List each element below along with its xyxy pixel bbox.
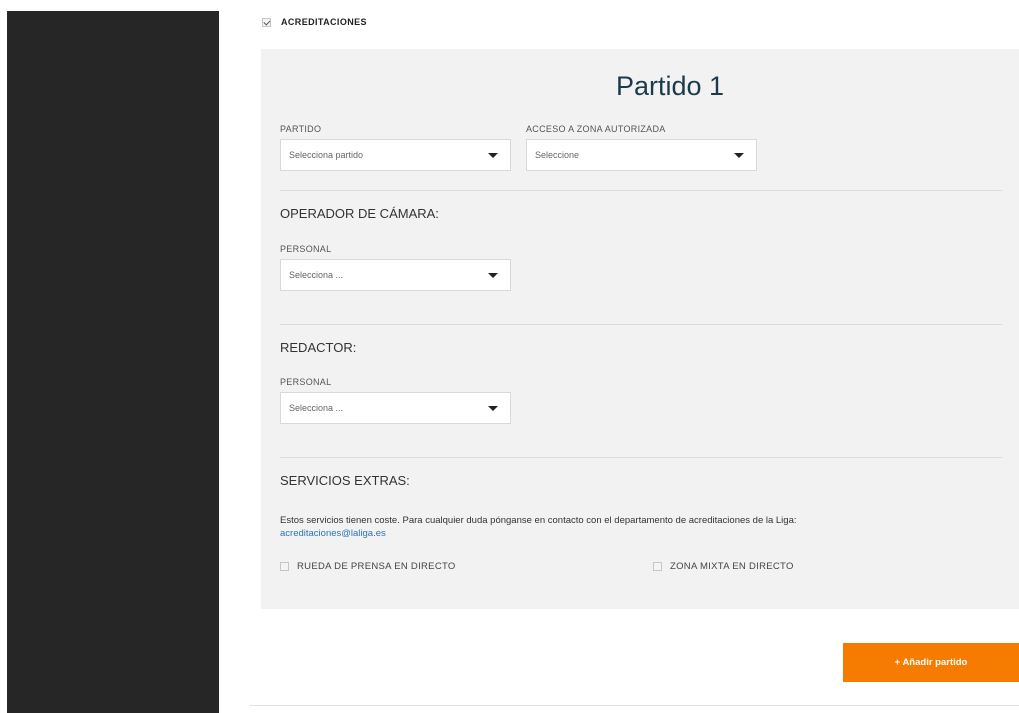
acceso-select[interactable]: Seleccione (526, 139, 757, 171)
accreditation-toggle[interactable]: ACREDITACIONES (262, 17, 367, 27)
partido-label: PARTIDO (280, 124, 322, 134)
camera-operator-heading: OPERADOR DE CÁMARA: (280, 206, 439, 221)
caret-down-icon (488, 273, 498, 278)
acceso-label: ACCESO A ZONA AUTORIZADA (526, 124, 666, 134)
checkbox-icon[interactable] (653, 562, 662, 571)
partido-select-value: Selecciona partido (289, 150, 364, 160)
extras-heading: SERVICIOS EXTRAS: (280, 473, 410, 488)
option-zona-mixta-label: ZONA MIXTA EN DIRECTO (670, 561, 794, 572)
match-title: Partido 1 (615, 71, 725, 101)
writer-personal-label: PERSONAL (280, 377, 332, 387)
match-panel: Partido 1 PARTIDO Selecciona partido ACC… (261, 49, 1019, 609)
divider (280, 324, 1002, 325)
caret-down-icon (488, 153, 498, 158)
checkbox-icon[interactable] (280, 562, 289, 571)
option-rueda-prensa[interactable]: RUEDA DE PRENSA EN DIRECTO (280, 561, 456, 572)
sidebar (7, 11, 219, 713)
writer-personal-value: Selecciona ... (289, 403, 344, 413)
camera-personal-select[interactable]: Selecciona ... (280, 259, 511, 291)
option-rueda-prensa-label: RUEDA DE PRENSA EN DIRECTO (297, 561, 456, 572)
camera-personal-label: PERSONAL (280, 244, 332, 254)
camera-personal-value: Selecciona ... (289, 270, 344, 280)
add-match-button[interactable]: + Añadir partido (843, 643, 1019, 682)
divider (250, 705, 1019, 706)
option-zona-mixta[interactable]: ZONA MIXTA EN DIRECTO (653, 561, 794, 572)
extras-note: Estos servicios tienen coste. Para cualq… (280, 515, 797, 526)
acceso-select-value: Seleccione (535, 150, 580, 160)
accreditation-email-link[interactable]: acreditaciones@laliga.es (280, 528, 386, 539)
writer-personal-select[interactable]: Selecciona ... (280, 392, 511, 424)
checkbox-checked-icon[interactable] (262, 17, 271, 27)
writer-heading: REDACTOR: (280, 340, 357, 355)
accreditation-label: ACREDITACIONES (281, 17, 367, 27)
caret-down-icon (734, 153, 744, 158)
divider (280, 190, 1002, 191)
divider (280, 457, 1002, 458)
partido-select[interactable]: Selecciona partido (280, 139, 511, 171)
caret-down-icon (488, 406, 498, 411)
